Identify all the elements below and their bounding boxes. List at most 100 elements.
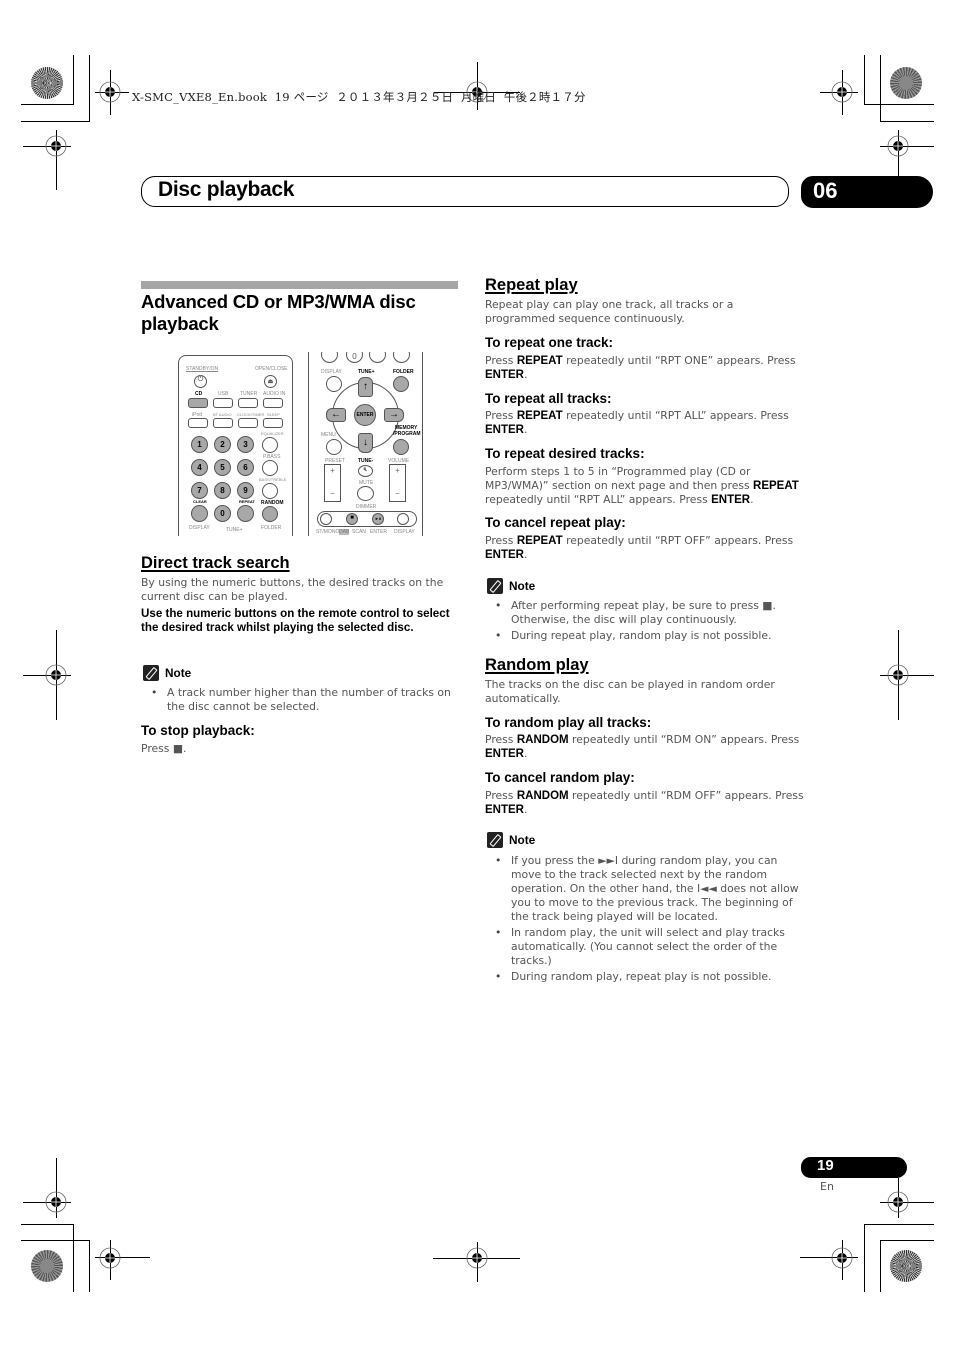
remote-label-dimmer: DIMMER: [356, 504, 377, 510]
repeat-all-text: Press REPEAT repeatedly until “RPT ALL” …: [485, 409, 789, 436]
registration-target-icon: [887, 135, 909, 157]
registration-target-icon: [45, 1191, 67, 1213]
tuner-button: [238, 398, 258, 408]
note-item: After performing repeat play, be sure to…: [485, 599, 807, 627]
remote-label-display: DISPLAY: [189, 525, 210, 531]
num-0-button: 0: [214, 505, 231, 522]
stop-button: ■: [346, 513, 358, 525]
note-pencil-icon: [487, 832, 503, 848]
repeat-one-heading: To repeat one track:: [485, 335, 614, 350]
cancel-repeat-heading: To cancel repeat play:: [485, 515, 626, 530]
note-heading: Note: [487, 578, 535, 594]
direct-track-instruction: Use the numeric buttons on the remote co…: [141, 607, 450, 634]
memory-program-button: [393, 439, 409, 455]
remote-label-sleep: SLEEP: [267, 412, 280, 417]
remote-label-cd: CD: [195, 391, 203, 397]
note-item: During repeat play, random play is not p…: [485, 629, 807, 643]
stop-playback-heading: To stop playback:: [141, 723, 255, 738]
remote-label-repeat: REPEAT: [239, 499, 255, 504]
num-8-button: 8: [214, 482, 231, 499]
usb-button: [213, 398, 233, 408]
clock-timer-button: [238, 418, 258, 428]
random-notes: If you press the ►►I during random play,…: [485, 854, 807, 986]
tune-up-button: ↑: [358, 377, 373, 397]
remote-label-random: RANDOM: [261, 500, 284, 506]
direct-track-intro: By using the numeric buttons, the desire…: [141, 576, 444, 603]
num-0-button: 0: [346, 352, 363, 363]
num-1-button: 1: [191, 436, 208, 453]
section-rule: [141, 281, 458, 289]
registration-target-icon: [887, 664, 909, 686]
remote-label-standby: STANDBY/ON: [186, 366, 219, 372]
repeat-all-heading: To repeat all tracks:: [485, 391, 612, 406]
cancel-repeat-text: Press REPEAT repeatedly until “RPT OFF” …: [485, 534, 794, 561]
remote-label-scan: SCAN: [352, 529, 366, 535]
clear-button: [191, 505, 208, 522]
audio-in-button: [263, 398, 283, 408]
cd-button: [188, 398, 208, 408]
stop-playback-text: Press ■.: [141, 742, 187, 755]
volume-rocker: + −: [389, 464, 406, 502]
next-button: [397, 513, 409, 525]
note-heading: Note: [487, 832, 535, 848]
print-header: X-SMC_VXE8_En.book 19 ページ ２０１３年３月２５日 月曜日…: [132, 90, 586, 104]
language-label: En: [820, 1180, 834, 1193]
remote-label-tune-minus: TUNE-: [358, 458, 374, 464]
remote-label-usb: USB: [218, 391, 229, 397]
remote-label-equalizer: EQUALIZER: [261, 431, 284, 436]
chapter-title-bar: Disc playback: [141, 176, 789, 207]
remote-illustration-right: 0 DISPLAY TUNE+ FOLDER ↑ ↓ ← → ENTER MEN…: [308, 352, 423, 536]
random-all-text: Press RANDOM repeatedly until “RDM ON” a…: [485, 733, 800, 760]
registration-target-icon: [831, 1247, 853, 1269]
registration-disc-icon: [31, 1250, 63, 1282]
note-label: Note: [509, 579, 536, 593]
note-item: If you press the ►►I during random play,…: [485, 854, 807, 924]
mute-button: 🔇︎: [358, 465, 373, 477]
left-button: ←: [326, 408, 346, 422]
eject-button: ⏏: [264, 375, 277, 388]
remote-label-st-mono: ST/MONO: [316, 529, 340, 535]
repeat-play-heading: Repeat play: [485, 276, 578, 294]
direct-track-notes: A track number higher than the number of…: [141, 686, 463, 716]
remote-label-tune-plus: TUNE+: [358, 369, 375, 375]
remote-label-pbass: P.BASS: [263, 454, 281, 460]
repeat-one-text: Press REPEAT repeatedly until “RPT ONE” …: [485, 354, 796, 381]
note-label: Note: [165, 666, 192, 680]
repeat-notes: After performing repeat play, be sure to…: [485, 599, 807, 645]
registration-target-icon: [45, 664, 67, 686]
note-item: A track number higher than the number of…: [141, 686, 463, 714]
repeat-desired-heading: To repeat desired tracks:: [485, 446, 645, 461]
note-heading: Note: [143, 665, 191, 681]
prev-button: [320, 513, 332, 525]
menu-button: [326, 439, 342, 455]
remote-top-button: [369, 352, 386, 363]
num-2-button: 2: [214, 436, 231, 453]
registration-disc-icon: [890, 1250, 922, 1282]
section-title: Advanced CD or MP3/WMA disc playback: [141, 291, 416, 334]
right-button: →: [384, 408, 404, 422]
remote-label-tuner: TUNER: [240, 391, 258, 397]
cancel-random-heading: To cancel random play:: [485, 770, 635, 785]
registration-target-icon: [45, 135, 67, 157]
repeat-button: [237, 505, 254, 522]
registration-target-icon: [831, 81, 853, 103]
ipod-button: [188, 418, 208, 428]
remote-label-open-close: OPEN/CLOSE: [255, 366, 288, 372]
remote-label-clear: CLEAR: [193, 499, 207, 504]
note-item: In random play, the unit will select and…: [485, 926, 807, 968]
remote-label-dab: DAB: [339, 529, 350, 535]
power-button: ⏻: [194, 375, 207, 388]
random-play-heading: Random play: [485, 656, 589, 674]
remote-label-menu: MENU: [321, 432, 336, 438]
remote-label-program: /PROGRAM: [393, 431, 421, 437]
registration-target-icon: [99, 1247, 121, 1269]
remote-label-tune-plus: TUNE+: [226, 527, 243, 533]
num-7-button: 7: [191, 482, 208, 499]
direct-track-heading: Direct track search: [141, 554, 290, 572]
registration-target-icon: [466, 1247, 488, 1269]
remote-label-clock-timer: CLOCK/TIMER: [237, 412, 265, 417]
dimmer-button: [357, 486, 374, 501]
enter-button: ENTER: [354, 404, 376, 426]
sleep-button: [263, 418, 283, 428]
equalizer-button: [262, 437, 278, 453]
